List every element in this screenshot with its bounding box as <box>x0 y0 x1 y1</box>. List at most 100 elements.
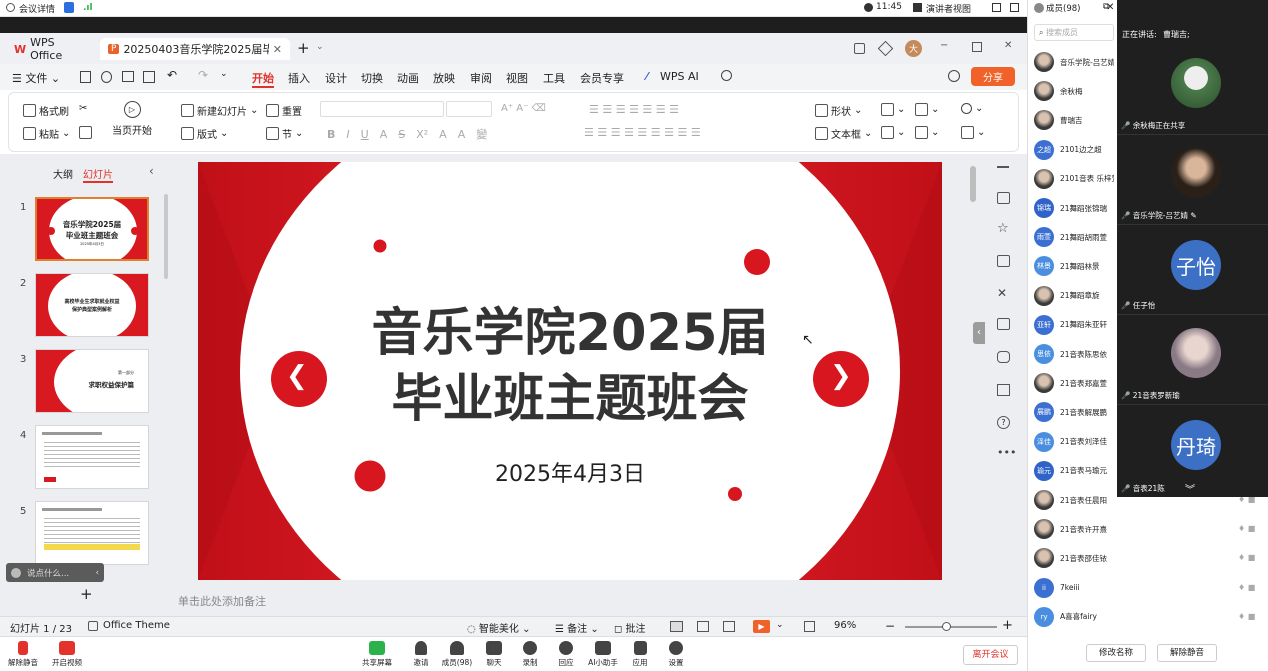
chevron-down-icon[interactable]: ⌄ <box>316 42 324 52</box>
settings-button[interactable]: 设置 <box>659 641 693 668</box>
member-row[interactable]: 音乐学院-吕艺婧(我) <box>1034 50 1114 74</box>
window-icon[interactable] <box>854 43 865 54</box>
collapse-panel-icon[interactable]: ‹ <box>149 164 154 178</box>
meeting-details-link[interactable]: 会议详情 <box>19 2 55 15</box>
rename-button[interactable]: 修改名称 <box>1086 644 1146 662</box>
print-preview-icon[interactable] <box>143 71 155 83</box>
tab-review[interactable]: 审阅 <box>470 70 492 86</box>
reset-button[interactable]: 重置 <box>266 103 302 118</box>
slide-thumbnail-2[interactable]: 高校毕业生求职就业权益 保护典型案例解析 <box>35 273 149 337</box>
tab-home[interactable]: 开始 <box>252 70 274 88</box>
layout-icon[interactable] <box>1010 3 1019 12</box>
cube-icon[interactable] <box>877 40 894 57</box>
tab-member[interactable]: 会员专享 <box>580 70 624 86</box>
copy-pane-icon[interactable] <box>997 255 1010 267</box>
video-tile-2[interactable]: 🎤 音乐学院-吕艺婧 ✎ <box>1117 136 1268 225</box>
slide-thumbnail-4[interactable] <box>35 425 149 489</box>
slide-title-line2[interactable]: 毕业班主题班会 <box>198 370 942 430</box>
member-row[interactable]: 亚轩 21舞蹈朱亚轩 <box>1034 313 1114 337</box>
comment-button[interactable]: ◻ 批注 <box>614 620 645 635</box>
shape-button[interactable]: 形状 ⌄ <box>815 103 862 118</box>
tools-icon[interactable]: ✕ <box>997 286 1007 300</box>
more-icon[interactable]: ••• <box>997 446 1016 459</box>
member-row[interactable]: 21音表任晨阳 <box>1034 488 1114 512</box>
video-tile-1[interactable]: 🎤 余秋梅正在共享 <box>1117 46 1268 135</box>
member-row[interactable]: 之超 2101边之超 <box>1034 138 1114 162</box>
search-icon[interactable] <box>721 70 732 81</box>
member-row[interactable]: 21音表郑嘉萱 <box>1034 371 1114 395</box>
member-row[interactable]: 21音表邵佳铱 <box>1034 546 1114 570</box>
textbox-button[interactable]: 文本框 ⌄ <box>815 126 872 141</box>
section-button[interactable]: 节 ⌄ <box>266 126 303 141</box>
select-button[interactable]: ⌄ <box>961 126 985 139</box>
start-video-button[interactable]: 开启视频 <box>50 641 84 668</box>
slide-thumbnail-1[interactable]: 音乐学院2025届 毕业班主题班会 2025年4月3日 <box>35 197 149 261</box>
slideshow-chevron-icon[interactable]: ⌄ <box>776 620 784 630</box>
member-row[interactable]: 21音表许开熹 <box>1034 517 1114 541</box>
layout-button[interactable]: 版式 ⌄ <box>181 126 228 141</box>
tab-insert[interactable]: 插入 <box>288 70 310 86</box>
font-style-buttons[interactable]: B I U A S X² A A 變 <box>327 126 487 142</box>
record-button[interactable]: 录制 <box>513 641 547 668</box>
unmute-all-button[interactable]: 解除静音 <box>1157 644 1217 662</box>
quick-access-chevron-icon[interactable]: ⌄ <box>220 69 228 79</box>
zoom-out-icon[interactable]: − <box>885 619 895 633</box>
theme-name[interactable]: Office Theme <box>103 620 170 631</box>
slide-thumbnail-5[interactable] <box>35 501 149 565</box>
member-row[interactable]: ry A喜喜fairy <box>1034 605 1114 629</box>
settings-pane-icon[interactable] <box>997 192 1010 204</box>
members-button[interactable]: 成员(98) <box>440 641 474 668</box>
video-tile-3[interactable]: 子怡 🎤 任子怡 <box>1117 226 1268 315</box>
expand-pane-icon[interactable]: ‹ <box>973 322 985 344</box>
book-icon[interactable] <box>997 384 1010 396</box>
video-tile-5[interactable]: 丹琦 🎤 音表21陈 ︾ <box>1117 406 1268 497</box>
animation-pane-icon[interactable] <box>997 351 1010 363</box>
member-row[interactable]: 思依 21音表陈思依 <box>1034 342 1114 366</box>
fullscreen-icon[interactable] <box>992 3 1001 12</box>
paste-button[interactable]: 粘贴 ⌄ <box>23 126 70 141</box>
share-doc-icon[interactable] <box>101 71 112 83</box>
leave-meeting-button[interactable]: 离开会议 <box>963 645 1018 665</box>
pane-minus-icon[interactable] <box>997 166 1009 168</box>
tab-view[interactable]: 视图 <box>506 70 528 86</box>
picture-button[interactable]: ⌄ <box>881 103 905 116</box>
chat-button[interactable]: 聊天 <box>477 641 511 668</box>
smart-beautify-button[interactable]: ◌ 智能美化 ⌄ <box>467 620 530 635</box>
font-size-select[interactable] <box>446 101 492 117</box>
tab-wps-home[interactable]: W WPS Office <box>6 36 96 62</box>
paragraph-list-buttons[interactable]: ☰ ☰ ☰ ☰ ☰ ☰ ☰ <box>589 103 679 116</box>
zoom-slider-handle[interactable] <box>942 622 951 631</box>
undo-icon[interactable]: ↶ <box>167 68 177 82</box>
tab-outline[interactable]: 大纲 <box>53 166 73 181</box>
tab-design[interactable]: 设计 <box>325 70 347 86</box>
paragraph-align-buttons[interactable]: ☰ ☰ ☰ ☰ ☰ ☰ ☰ ☰ ☰ <box>584 126 701 139</box>
video-tile-4[interactable]: 🎤 21音表罗新瑜 <box>1117 316 1268 405</box>
notes-button[interactable]: ☰ 备注 ⌄ <box>555 620 599 635</box>
tab-slides[interactable]: 幻灯片 <box>83 166 113 183</box>
member-row[interactable]: ii 7keiii <box>1034 576 1114 600</box>
ai-assistant-button[interactable]: AI小助手 <box>586 641 620 668</box>
share-button[interactable]: 分享 <box>971 67 1015 86</box>
minimize-icon[interactable]: − <box>940 40 948 51</box>
share-screen-button[interactable]: 共享屏幕 <box>360 641 394 668</box>
tab-document[interactable]: P 20250403音乐学院2025届毕业班 ✕ <box>100 38 290 60</box>
slide-title-line1[interactable]: 音乐学院2025届 <box>198 304 942 364</box>
arrange-button[interactable]: ⌄ <box>881 126 905 139</box>
play-from-current-button[interactable]: ▷ 当页开始 <box>112 101 152 137</box>
tab-tools[interactable]: 工具 <box>543 70 565 86</box>
close-window-icon[interactable]: ✕ <box>1004 40 1012 51</box>
zoom-in-icon[interactable]: + <box>1002 618 1013 633</box>
shirt-icon[interactable] <box>997 318 1010 330</box>
new-slide-button[interactable]: 新建幻灯片 ⌄ <box>181 103 258 118</box>
presenter-view-button[interactable]: 演讲者视图 <box>926 2 971 15</box>
menu-file[interactable]: ☰ 文件 ⌄ <box>12 70 60 86</box>
collapse-chevron-icon[interactable]: ‹ <box>96 568 99 578</box>
font-size-controls[interactable]: A⁺ A⁻ ⌫ <box>501 103 546 114</box>
fill-button[interactable]: ⌄ <box>915 103 939 116</box>
star-icon[interactable]: ☆ <box>997 221 1009 236</box>
slideshow-play-icon[interactable]: ▶ <box>753 620 770 633</box>
save-icon[interactable] <box>80 71 91 83</box>
font-family-select[interactable] <box>320 101 444 117</box>
zoom-level[interactable]: 96% <box>834 620 856 631</box>
tab-wps-ai[interactable]: WPS AI <box>660 70 699 83</box>
